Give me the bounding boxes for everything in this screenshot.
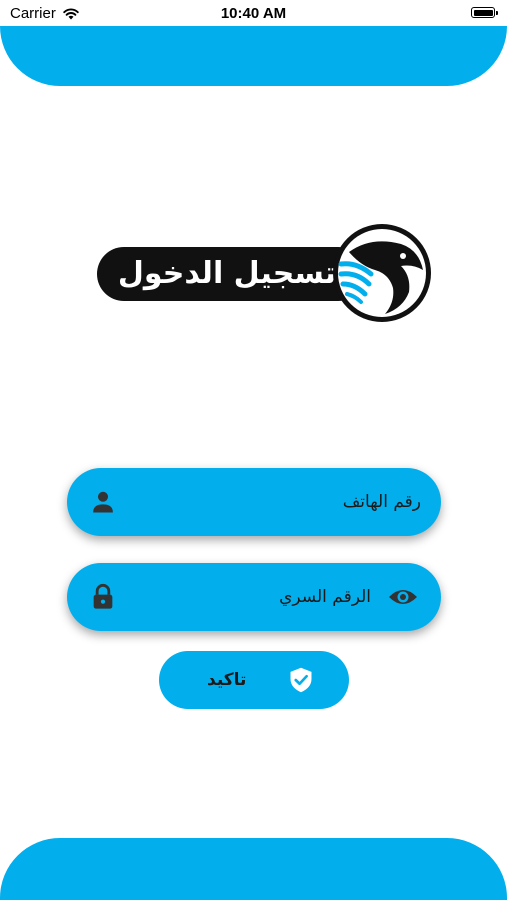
eye-icon[interactable] [387,583,419,611]
status-time: 10:40 AM [220,5,287,22]
confirm-button[interactable]: تاكيد [159,651,349,709]
person-icon [93,491,113,513]
phone-label: رقم الهاتف [342,492,421,512]
logo: تسجيل الدخول [95,220,435,325]
top-band [0,26,507,86]
logo-title: تسجيل الدخول [117,256,337,291]
lock-icon [93,583,113,609]
battery-level [473,9,493,16]
confirm-label: تاكيد [207,670,247,690]
password-field[interactable]: الرقم السري [67,563,441,631]
bottom-band [0,838,507,900]
battery-icon [471,7,498,18]
password-label: الرقم السري [279,587,371,607]
status-bar: Carrier 10:40 AM [0,0,507,26]
phone-field[interactable]: رقم الهاتف [67,468,441,536]
shield-check-icon [290,667,312,693]
eagle-icon [333,224,431,322]
